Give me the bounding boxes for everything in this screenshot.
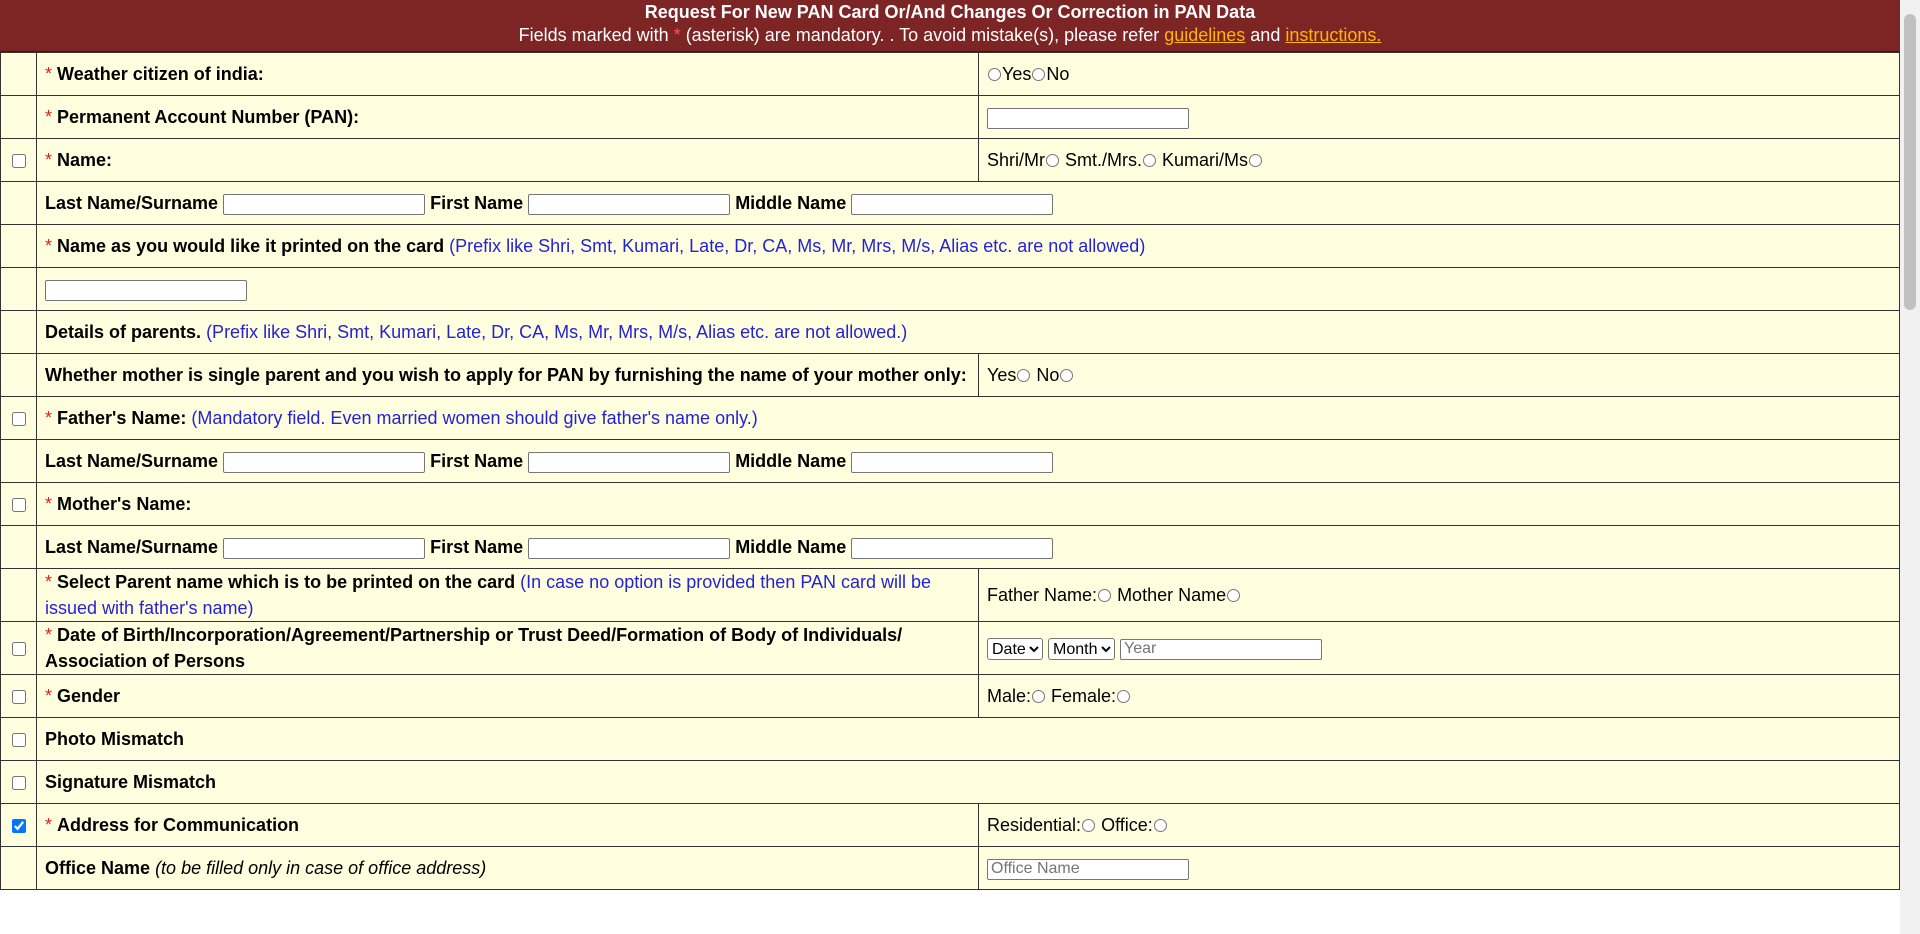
citizen-label: Weather citizen of india: [57, 64, 264, 84]
row-photo-mismatch: Photo Mismatch [0, 717, 1900, 761]
photo-mismatch-checkbox[interactable] [11, 733, 26, 748]
row-print-name-input [0, 267, 1900, 311]
gender-checkbox[interactable] [11, 690, 26, 705]
title-kumari-radio[interactable] [1249, 154, 1263, 167]
citizen-no-radio[interactable] [1032, 68, 1046, 81]
father-last-name-input[interactable] [223, 451, 426, 473]
guidelines-link[interactable]: guidelines [1164, 25, 1245, 45]
pan-form-page: Request For New PAN Card Or/And Changes … [0, 0, 1900, 934]
form-subtitle: Fields marked with * (asterisk) are mand… [518, 25, 1382, 45]
name-correction-checkbox[interactable] [11, 154, 26, 169]
print-father-radio[interactable] [1098, 589, 1112, 602]
title-shri-radio[interactable] [1046, 154, 1059, 167]
row-mother-name-fields: Last Name/Surname First Name Middle Name [0, 525, 1900, 569]
row-single-parent: Whether mother is single parent and you … [0, 353, 1900, 397]
form-title: Request For New PAN Card Or/And Changes … [644, 2, 1256, 22]
gender-female-radio[interactable] [1117, 690, 1131, 703]
single-parent-yes-radio[interactable] [1017, 369, 1031, 382]
applicant-last-name-input[interactable] [223, 193, 426, 215]
row-parents-details: Details of parents. (Prefix like Shri, S… [0, 310, 1900, 354]
print-name-label: Name as you would like it printed on the… [57, 236, 445, 256]
dob-month-select[interactable]: Month [1048, 638, 1116, 661]
form-header: Request For New PAN Card Or/And Changes … [0, 0, 1900, 52]
father-name-label: Father's Name: [57, 408, 187, 428]
address-office-radio[interactable] [1153, 819, 1167, 832]
print-name-input[interactable] [45, 279, 247, 301]
dob-label: Date of Birth/Incorporation/Agreement/Pa… [45, 625, 903, 671]
dob-checkbox[interactable] [11, 642, 26, 657]
name-label: Name: [57, 150, 113, 170]
vertical-scrollbar[interactable] [1900, 0, 1920, 934]
pan-label: Permanent Account Number (PAN): [57, 107, 360, 127]
row-mother-name: * Mother's Name: [0, 482, 1900, 526]
father-first-name-input[interactable] [528, 451, 731, 473]
row-address: * Address for Communication Residential:… [0, 803, 1900, 847]
applicant-first-name-input[interactable] [528, 193, 731, 215]
title-smt-radio[interactable] [1143, 154, 1157, 167]
single-parent-no-radio[interactable] [1060, 369, 1074, 382]
row-signature-mismatch: Signature Mismatch [0, 760, 1900, 804]
row-citizen: * Weather citizen of india: Yes No [0, 52, 1900, 96]
citizen-yes-radio[interactable] [988, 68, 1001, 81]
father-name-checkbox[interactable] [11, 412, 26, 427]
mother-last-name-input[interactable] [223, 537, 426, 559]
address-label: Address for Communication [57, 815, 300, 835]
photo-mismatch-label: Photo Mismatch [45, 729, 185, 749]
address-residential-radio[interactable] [1082, 819, 1096, 832]
mother-name-checkbox[interactable] [11, 498, 26, 513]
office-name-label: Office Name [45, 858, 151, 878]
row-father-name: * Father's Name: (Mandatory field. Even … [0, 396, 1900, 440]
scrollbar-thumb[interactable] [1904, 14, 1916, 310]
row-name: * Name: Shri/Mr Smt./Mrs. Kumari/Ms [0, 138, 1900, 182]
row-pan: * Permanent Account Number (PAN): [0, 95, 1900, 139]
mother-name-label: Mother's Name: [57, 494, 192, 514]
row-office-name: Office Name (to be filled only in case o… [0, 846, 1900, 890]
dob-date-select[interactable]: Date [987, 638, 1043, 661]
row-print-name: * Name as you would like it printed on t… [0, 224, 1900, 268]
row-dob: * Date of Birth/Incorporation/Agreement/… [0, 621, 1900, 675]
gender-male-radio[interactable] [1032, 690, 1046, 703]
pan-form-table: * Weather citizen of india: Yes No * Perm… [0, 52, 1900, 890]
pan-input[interactable] [987, 107, 1189, 129]
row-parent-print: * Select Parent name which is to be prin… [0, 568, 1900, 622]
print-mother-radio[interactable] [1227, 589, 1241, 602]
parents-label: Details of parents. [45, 322, 202, 342]
instructions-link[interactable]: instructions. [1285, 25, 1381, 45]
signature-mismatch-label: Signature Mismatch [45, 772, 217, 792]
office-name-input[interactable] [987, 858, 1189, 880]
gender-label: Gender [57, 686, 121, 706]
father-middle-name-input[interactable] [851, 451, 1054, 473]
address-checkbox[interactable] [11, 819, 26, 834]
dob-year-input[interactable] [1120, 638, 1323, 660]
mother-middle-name-input[interactable] [851, 537, 1054, 559]
single-parent-label: Whether mother is single parent and you … [45, 365, 967, 385]
row-father-name-fields: Last Name/Surname First Name Middle Name [0, 439, 1900, 483]
signature-mismatch-checkbox[interactable] [11, 776, 26, 791]
row-gender: * Gender Male: Female: [0, 674, 1900, 718]
mother-first-name-input[interactable] [528, 537, 731, 559]
applicant-middle-name-input[interactable] [851, 193, 1054, 215]
parent-print-label: Select Parent name which is to be printe… [57, 572, 516, 592]
asterisk-marker: * [673, 25, 681, 45]
row-applicant-name-fields: Last Name/Surname First Name Middle Name [0, 181, 1900, 225]
